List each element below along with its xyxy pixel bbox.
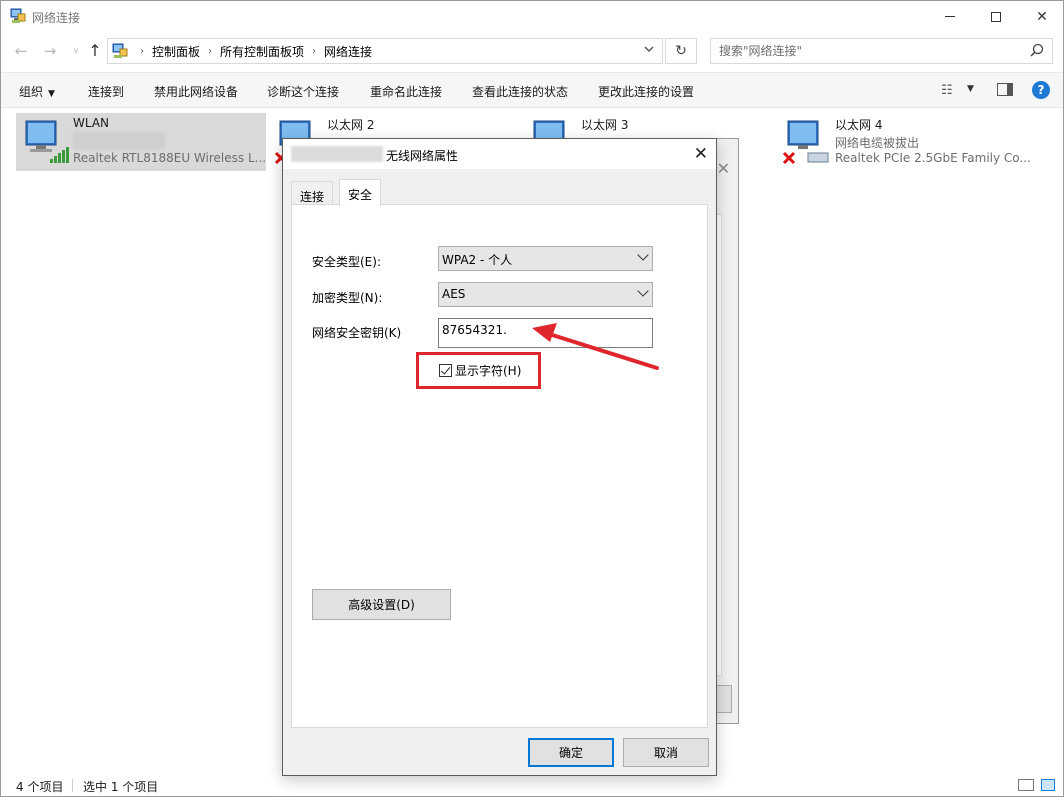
back-arrow-icon: ← bbox=[14, 42, 28, 60]
item-count: 4 个项目 bbox=[16, 780, 64, 794]
breadcrumb-all-items[interactable]: 所有控制面板项 bbox=[220, 43, 304, 60]
minimize-icon bbox=[945, 16, 955, 17]
breadcrumb-control-panel[interactable]: 控制面板 bbox=[152, 43, 200, 60]
tab-connection[interactable]: 连接 bbox=[291, 181, 334, 205]
view-status-button[interactable]: 查看此连接的状态 bbox=[472, 83, 568, 100]
caret-down-icon[interactable]: ▼ bbox=[967, 84, 974, 94]
address-bar[interactable]: › 控制面板 › 所有控制面板项 › 网络连接 bbox=[107, 38, 663, 64]
disable-device-button[interactable]: 禁用此网络设备 bbox=[154, 83, 238, 100]
tiles-view-icon[interactable] bbox=[1041, 779, 1055, 791]
breadcrumb: › 控制面板 › 所有控制面板项 › 网络连接 bbox=[132, 39, 372, 63]
connection-status: 网络电缆被拔出 bbox=[835, 136, 920, 150]
up-arrow-icon: ↑ bbox=[88, 41, 102, 60]
connection-name: 以太网 4 bbox=[835, 118, 883, 132]
chevron-down-icon bbox=[644, 46, 654, 52]
breadcrumb-network-connections[interactable]: 网络连接 bbox=[324, 43, 372, 60]
forward-arrow-icon: → bbox=[43, 42, 57, 60]
view-options-icon[interactable]: ☷ bbox=[941, 83, 953, 98]
security-tab-panel: 安全类型(E): WPA2 - 个人 加密类型(N): AES 网络安全密钥(K… bbox=[291, 204, 708, 728]
status-divider bbox=[72, 779, 73, 792]
dialog-close-icon[interactable]: ✕ bbox=[694, 144, 708, 164]
back-button[interactable]: ← bbox=[12, 42, 30, 60]
close-icon: ✕ bbox=[1036, 8, 1048, 25]
close-icon[interactable]: ✕ bbox=[717, 159, 730, 178]
connection-name: WLAN bbox=[73, 116, 110, 130]
security-type-select[interactable]: WPA2 - 个人 bbox=[438, 246, 653, 271]
window-title: 网络连接 bbox=[32, 11, 81, 25]
encryption-type-value: AES bbox=[442, 287, 466, 301]
ok-button[interactable]: 确定 bbox=[528, 738, 614, 767]
connection-name: 以太网 3 bbox=[581, 118, 629, 132]
refresh-icon: ↻ bbox=[675, 43, 687, 59]
maximize-icon bbox=[991, 11, 1001, 22]
connection-adapter: Realtek PCIe 2.5GbE Family Co... bbox=[835, 151, 1031, 165]
forward-button[interactable]: → bbox=[41, 42, 59, 60]
show-characters-checkbox-row[interactable]: 显示字符(H) bbox=[439, 362, 521, 379]
security-type-label: 安全类型(E): bbox=[312, 255, 381, 269]
security-key-label: 网络安全密钥(K) bbox=[312, 326, 402, 340]
advanced-settings-button[interactable]: 高级设置(D) bbox=[312, 589, 451, 620]
rename-button[interactable]: 重命名此连接 bbox=[370, 83, 442, 100]
change-settings-button[interactable]: 更改此连接的设置 bbox=[598, 83, 694, 100]
breadcrumb-separator: › bbox=[312, 45, 317, 57]
chevron-down-icon bbox=[637, 249, 649, 261]
preview-pane-icon[interactable] bbox=[997, 83, 1013, 96]
security-key-input[interactable]: 87654321. bbox=[438, 318, 653, 348]
navigation-bar: ← → ∨ ↑ › 控制面板 › 所有控制面板项 › 网络连接 ↻ bbox=[1, 32, 1063, 72]
status-bar: 4 个项目 选中 1 个项目 bbox=[1, 774, 1063, 796]
search-box[interactable] bbox=[710, 38, 1053, 64]
network-connections-icon bbox=[112, 43, 128, 58]
redacted-network-name bbox=[291, 146, 383, 162]
title-bar: 网络连接 ✕ bbox=[1, 1, 1063, 32]
search-icon bbox=[1030, 43, 1044, 57]
encryption-type-select[interactable]: AES bbox=[438, 282, 653, 307]
wireless-properties-dialog: 无线网络属性 ✕ 连接 安全 安全类型(E): WPA2 - 个人 加密类型(N… bbox=[282, 138, 717, 776]
tab-security[interactable]: 安全 bbox=[339, 179, 382, 206]
dialog-title: 无线网络属性 bbox=[386, 149, 459, 163]
address-history-dropdown[interactable] bbox=[644, 43, 654, 56]
breadcrumb-separator: › bbox=[140, 45, 144, 57]
recent-locations-button[interactable]: ∨ bbox=[67, 42, 85, 60]
wireless-adapter-icon bbox=[25, 120, 69, 163]
breadcrumb-separator: › bbox=[208, 45, 213, 57]
up-button[interactable]: ↑ bbox=[86, 42, 104, 60]
connection-name: 以太网 2 bbox=[327, 118, 375, 132]
connect-to-button[interactable]: 连接到 bbox=[88, 83, 124, 100]
security-type-value: WPA2 - 个人 bbox=[442, 253, 513, 267]
encryption-type-label: 加密类型(N): bbox=[312, 291, 383, 305]
chevron-down-icon bbox=[637, 285, 649, 297]
organize-menu[interactable]: 组织 ▼ bbox=[19, 83, 55, 100]
chevron-down-icon: ∨ bbox=[73, 46, 79, 55]
network-connections-icon bbox=[10, 8, 26, 23]
refresh-button[interactable]: ↻ bbox=[665, 38, 697, 64]
organize-label: 组织 bbox=[19, 85, 44, 99]
dialog-title-bar: 无线网络属性 ✕ bbox=[283, 139, 716, 169]
ethernet-disconnected-icon bbox=[782, 120, 829, 165]
details-view-icon[interactable] bbox=[1018, 779, 1034, 791]
connection-tile-ethernet-4[interactable]: 以太网 4 网络电缆被拔出 Realtek PCIe 2.5GbE Family… bbox=[778, 113, 1031, 171]
show-characters-label: 显示字符(H) bbox=[455, 364, 522, 378]
maximize-button[interactable] bbox=[973, 1, 1019, 32]
caret-down-icon: ▼ bbox=[48, 89, 55, 99]
selected-count: 选中 1 个项目 bbox=[83, 780, 159, 794]
show-characters-checkbox[interactable] bbox=[439, 364, 452, 377]
diagnose-button[interactable]: 诊断这个连接 bbox=[267, 83, 339, 100]
close-button[interactable]: ✕ bbox=[1019, 1, 1064, 32]
connection-tile-wlan[interactable]: WLAN Realtek RTL8188EU Wireless L... bbox=[16, 113, 266, 171]
command-bar: 组织 ▼ 连接到 禁用此网络设备 诊断这个连接 重命名此连接 查看此连接的状态 更… bbox=[1, 72, 1063, 108]
search-input[interactable] bbox=[719, 40, 1019, 62]
explorer-window: 网络连接 ✕ ← → ∨ ↑ › 控制面板 › 所有控制面板项 › 网络连接 ↻… bbox=[0, 0, 1064, 797]
connection-adapter: Realtek RTL8188EU Wireless L... bbox=[73, 151, 267, 165]
help-icon[interactable]: ? bbox=[1032, 81, 1050, 99]
cancel-button[interactable]: 取消 bbox=[623, 738, 709, 767]
minimize-button[interactable] bbox=[927, 1, 973, 32]
redacted-network-name bbox=[73, 132, 165, 149]
